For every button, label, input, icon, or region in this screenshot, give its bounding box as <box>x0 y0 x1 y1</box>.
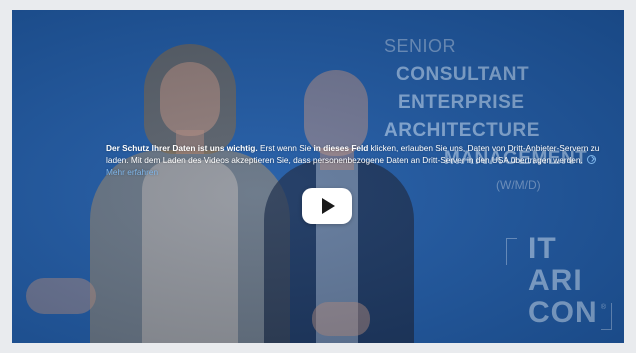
woman-top <box>142 160 238 343</box>
itaricon-logo: IT ARI CON ® <box>506 226 612 338</box>
logo-text: IT <box>528 232 557 265</box>
play-button[interactable] <box>302 188 352 224</box>
job-title-gender-note: (W/M/D) <box>496 178 541 192</box>
logo-text: CON <box>528 296 598 329</box>
job-title-line: ENTERPRISE <box>398 92 525 113</box>
job-title-line: ARCHITECTURE <box>384 120 540 141</box>
privacy-notice-intro: Der Schutz Ihrer Daten ist uns wichtig. <box>106 143 258 153</box>
woman-hand <box>26 278 96 314</box>
play-icon <box>322 198 335 214</box>
privacy-notice-text: Erst wenn Sie <box>257 143 314 153</box>
privacy-notice: Der Schutz Ihrer Daten ist uns wichtig. … <box>106 142 614 178</box>
video-embed[interactable]: SENIOR CONSULTANT ENTERPRISE ARCHITECTUR… <box>12 10 624 343</box>
privacy-notice-field-emphasis: in dieses Feld <box>313 143 369 153</box>
logo-text: ARI <box>528 264 583 297</box>
learn-more-label: Mehr erfahren <box>106 167 159 177</box>
woman-face <box>160 62 220 136</box>
arrow-circle-icon <box>586 155 596 164</box>
logo-registered-mark: ® <box>600 304 606 311</box>
logo-bracket-top <box>506 238 517 265</box>
job-title-line: CONSULTANT <box>396 64 530 85</box>
job-title-line: SENIOR <box>384 36 457 56</box>
man-hands <box>312 302 370 336</box>
